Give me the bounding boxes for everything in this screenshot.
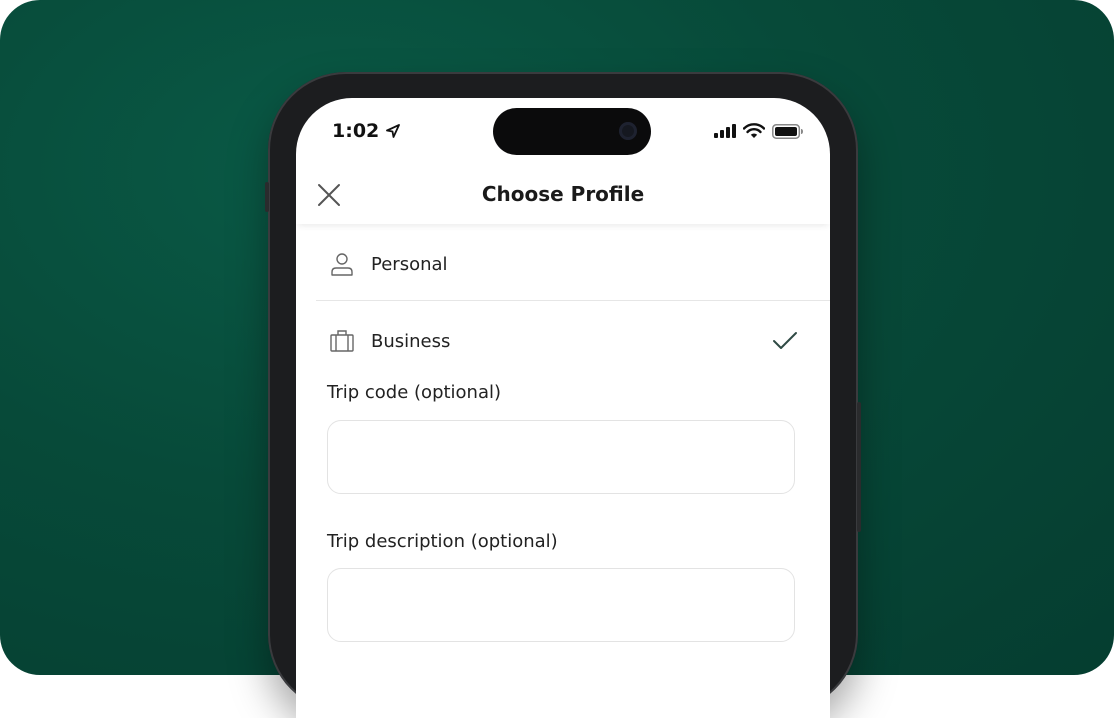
profile-option-label: Personal: [371, 253, 448, 275]
camera-icon: [619, 122, 637, 140]
divider: [316, 300, 830, 301]
profile-option-business[interactable]: Business: [296, 311, 830, 371]
briefcase-icon: [330, 330, 354, 352]
phone-power-button: [857, 402, 861, 532]
trip-code-input[interactable]: [327, 420, 795, 494]
checkmark-icon: [773, 332, 797, 349]
phone-side-button: [265, 182, 269, 212]
page-title: Choose Profile: [481, 182, 645, 206]
trip-description-label: Trip description (optional): [327, 531, 558, 552]
modal-header: Choose Profile: [296, 168, 830, 224]
status-bar-time: 1:02: [332, 120, 401, 142]
phone-screen: 1:02 Choose Profile Personal Business Tr…: [296, 98, 830, 718]
status-bar-indicators: [714, 123, 804, 139]
battery-icon: [772, 123, 803, 139]
dynamic-island: [493, 108, 651, 155]
location-arrow-icon: [386, 124, 401, 138]
trip-code-label: Trip code (optional): [327, 382, 502, 403]
profile-option-label: Business: [371, 330, 451, 352]
wifi-icon: [743, 123, 765, 138]
profile-option-personal[interactable]: Personal: [296, 234, 830, 294]
person-icon: [331, 253, 353, 276]
status-time-text: 1:02: [332, 120, 380, 142]
trip-description-input[interactable]: [327, 568, 795, 642]
cellular-signal-icon: [714, 124, 736, 138]
